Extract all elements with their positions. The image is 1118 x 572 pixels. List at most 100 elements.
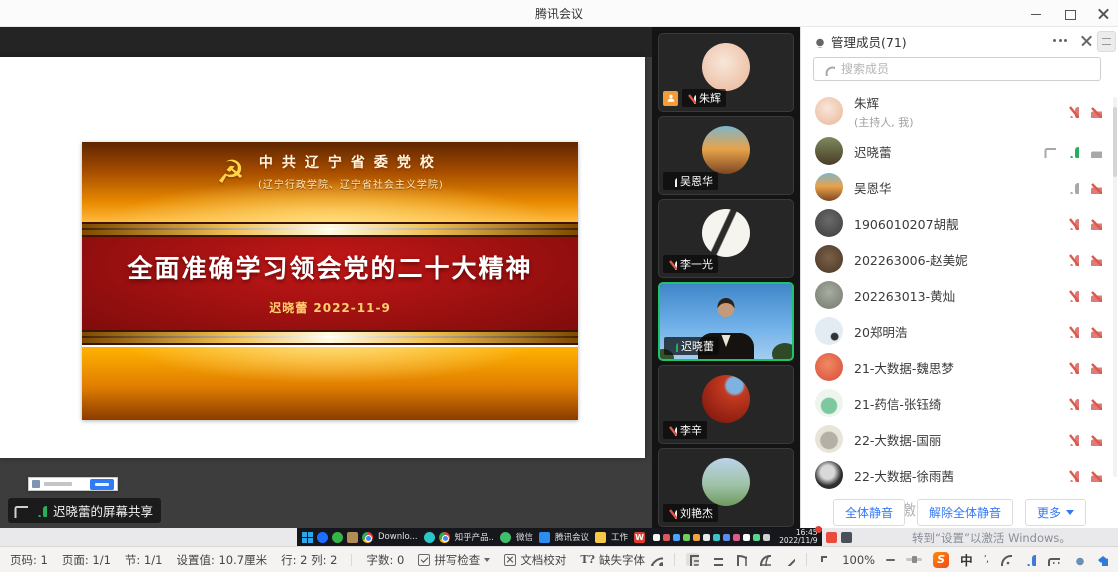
mic-muted-icon[interactable] xyxy=(1066,253,1079,266)
panel-scrollbar[interactable] xyxy=(1113,97,1117,477)
member-row[interactable]: 吴恩华 xyxy=(801,169,1118,205)
mic-muted-icon[interactable] xyxy=(1066,105,1079,118)
camera-off-icon[interactable] xyxy=(1089,181,1102,194)
taskbar-app-label[interactable]: 工作 xyxy=(611,531,628,543)
taskbar-app-label[interactable]: 微信 xyxy=(516,531,533,543)
maximize-icon[interactable] xyxy=(1064,8,1076,20)
tray-icon[interactable] xyxy=(763,534,770,541)
mic-muted-icon[interactable] xyxy=(1066,325,1079,338)
qq-app-icon[interactable] xyxy=(317,532,328,543)
eye-icon[interactable] xyxy=(650,553,663,566)
document-proofing-toggle[interactable]: 文档校对 xyxy=(504,552,566,568)
panel-side-tab[interactable] xyxy=(1097,31,1116,52)
floating-toolbar-button[interactable] xyxy=(90,479,114,490)
folder-app-icon[interactable] xyxy=(347,532,358,543)
video-tile[interactable]: 朱辉 xyxy=(658,33,794,112)
fit-page-icon[interactable] xyxy=(818,553,831,566)
zoom-out-icon[interactable] xyxy=(886,559,895,561)
member-row[interactable]: 21-大数据-魏思梦 xyxy=(801,349,1118,385)
taskbar-app-label[interactable]: 腾讯会议 xyxy=(555,531,589,543)
work-folder-icon[interactable] xyxy=(595,532,606,543)
screen-sharing-icon[interactable] xyxy=(1043,145,1056,158)
member-row[interactable]: 20郑明浩 xyxy=(801,313,1118,349)
camera-off-icon[interactable] xyxy=(1089,469,1102,482)
member-row[interactable]: 22-大数据-国丽 xyxy=(801,421,1118,457)
edit-pen-icon[interactable] xyxy=(782,553,795,566)
tray-icon[interactable] xyxy=(653,534,660,541)
camera-off-icon[interactable] xyxy=(1089,289,1102,302)
wps-icon[interactable]: W xyxy=(634,532,645,543)
camera-off-icon[interactable] xyxy=(1089,253,1102,266)
tray-icon[interactable] xyxy=(743,534,750,541)
video-tile[interactable]: 吴恩华 xyxy=(658,116,794,195)
close-icon[interactable] xyxy=(1098,8,1110,20)
chrome-icon[interactable] xyxy=(362,532,373,543)
member-row[interactable]: 朱辉(主持人, 我) xyxy=(801,89,1118,133)
read-view-icon[interactable] xyxy=(734,553,747,566)
voice-input-icon[interactable] xyxy=(1023,553,1036,566)
missing-font-indicator[interactable]: T?缺失字体 xyxy=(580,552,645,568)
start-button-icon[interactable] xyxy=(302,532,313,543)
soft-keyboard-icon[interactable] xyxy=(1047,553,1060,566)
tray-app-icon[interactable] xyxy=(841,532,852,543)
member-row[interactable]: 22-大数据-徐雨茜 xyxy=(801,457,1118,493)
taskbar-app-label[interactable]: 知乎产品.. xyxy=(455,531,494,543)
member-search[interactable] xyxy=(813,57,1101,81)
chrome-icon[interactable] xyxy=(439,532,450,543)
green-app-icon[interactable] xyxy=(332,532,343,543)
member-row[interactable]: 21-药信-张钰绮 xyxy=(801,385,1118,421)
member-row[interactable]: 迟晓蕾 xyxy=(801,133,1118,169)
member-row[interactable]: 1906010207胡靓 xyxy=(801,205,1118,241)
more-options-icon[interactable] xyxy=(1053,39,1067,42)
mic-muted-icon[interactable] xyxy=(1066,217,1079,230)
media-app-icon[interactable] xyxy=(424,532,435,543)
tray-icon[interactable] xyxy=(703,534,710,541)
video-tile[interactable]: 李辛 xyxy=(658,365,794,444)
tray-icon[interactable] xyxy=(693,534,700,541)
spell-check-toggle[interactable]: 拼写检查 xyxy=(418,552,490,568)
mic-muted-icon[interactable] xyxy=(1066,469,1079,482)
camera-off-icon[interactable] xyxy=(1089,325,1102,338)
mic-muted-icon[interactable] xyxy=(1066,289,1079,302)
more-button[interactable]: 更多 xyxy=(1025,499,1086,526)
zoom-level[interactable]: 100% xyxy=(842,553,875,567)
ime-people-icon[interactable] xyxy=(1071,553,1084,566)
unmute-all-button[interactable]: 解除全体静音 xyxy=(917,499,1013,526)
page-view-icon[interactable] xyxy=(686,553,699,566)
mic-muted-icon[interactable] xyxy=(1066,361,1079,374)
tray-icon[interactable] xyxy=(723,534,730,541)
mic-muted-icon[interactable] xyxy=(1066,397,1079,410)
taskbar-clock[interactable]: 16:45 2022/11/9 xyxy=(779,529,817,545)
mic-active-icon[interactable] xyxy=(1066,145,1079,158)
zoom-slider-handle[interactable] xyxy=(912,556,917,563)
video-tile-active-speaker[interactable]: 迟晓蕾 xyxy=(658,282,794,361)
taskbar-app-label[interactable]: Downlo... xyxy=(378,532,418,542)
tray-app-icon[interactable] xyxy=(826,532,837,543)
outline-view-icon[interactable] xyxy=(710,553,723,566)
minimize-icon[interactable] xyxy=(1030,8,1042,20)
camera-off-icon[interactable] xyxy=(1089,361,1102,374)
camera-off-icon[interactable] xyxy=(1089,433,1102,446)
zoom-slider[interactable] xyxy=(906,558,922,561)
tencent-meeting-icon[interactable] xyxy=(539,532,550,543)
web-view-icon[interactable] xyxy=(758,553,771,566)
tray-icon[interactable] xyxy=(663,534,670,541)
mic-muted-icon[interactable] xyxy=(1066,433,1079,446)
ime-chinese-mode[interactable]: 中 xyxy=(960,550,973,569)
video-tile[interactable]: 刘艳杰 xyxy=(658,448,794,527)
search-input[interactable] xyxy=(841,62,1092,76)
system-tray[interactable] xyxy=(653,534,770,541)
member-row[interactable]: 202263006-赵美妮 xyxy=(801,241,1118,277)
mic-on-icon[interactable] xyxy=(1066,181,1079,194)
tray-icon[interactable] xyxy=(713,534,720,541)
word-count[interactable]: 字数: 0 xyxy=(366,552,404,568)
camera-off-icon[interactable] xyxy=(1089,105,1102,118)
tray-icon[interactable] xyxy=(733,534,740,541)
ime-skin-icon[interactable] xyxy=(1095,553,1108,566)
mute-all-button[interactable]: 全体静音 xyxy=(833,499,905,526)
camera-icon[interactable] xyxy=(1089,145,1102,158)
ime-punctuation-mode[interactable]: ’, xyxy=(984,554,988,565)
tray-icon[interactable] xyxy=(753,534,760,541)
camera-off-icon[interactable] xyxy=(1089,217,1102,230)
emoji-icon[interactable] xyxy=(999,553,1012,566)
